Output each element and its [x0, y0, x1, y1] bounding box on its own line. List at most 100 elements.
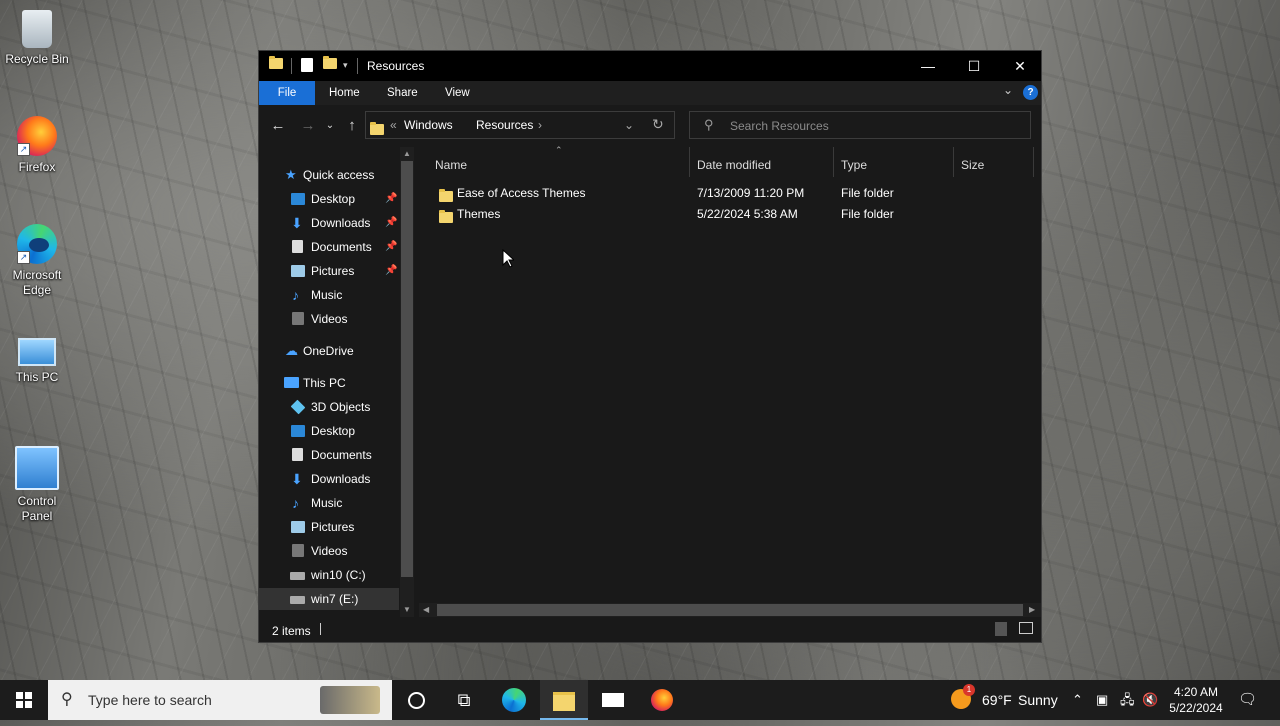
shortcut-arrow-icon: ↗ [17, 143, 30, 156]
desktop-icon-edge[interactable]: ↗ Microsoft Edge [4, 224, 70, 298]
column-name[interactable]: Name [435, 153, 467, 177]
taskbar-file-explorer[interactable] [540, 680, 588, 720]
clock[interactable]: 4:20 AM 5/22/2024 [1164, 684, 1228, 716]
pin-icon[interactable]: 📌 [385, 212, 397, 234]
help-icon[interactable]: ? [1023, 85, 1038, 100]
cortana-button[interactable] [392, 680, 440, 720]
taskbar-search-box[interactable]: ⚲ Type here to search [48, 680, 392, 720]
nav-pc-pictures[interactable]: Pictures [259, 516, 399, 538]
breadcrumb-windows[interactable]: Windows [404, 118, 453, 132]
nav-pc-documents[interactable]: Documents [259, 444, 399, 466]
recycle-bin-icon [22, 10, 52, 48]
nav-quick-videos[interactable]: Videos [259, 308, 399, 330]
desktop-icon-recycle-bin[interactable]: Recycle Bin [4, 10, 70, 67]
forward-button[interactable]: → [297, 115, 319, 137]
breadcrumb-overflow[interactable]: « [390, 118, 397, 132]
desktop-icon-label: Control Panel [17, 494, 57, 523]
search-box[interactable]: ⚲ Search Resources [689, 111, 1031, 139]
expand-ribbon-icon[interactable]: ⌄ [1003, 83, 1013, 97]
meet-now-icon[interactable]: ▣ [1096, 680, 1108, 720]
up-button[interactable]: ↑ [341, 115, 363, 137]
pin-icon[interactable]: 📌 [385, 188, 397, 210]
scroll-right-icon[interactable]: ▶ [1029, 605, 1035, 614]
customize-toolbar-icon[interactable]: ▾ [343, 60, 348, 76]
nav-pc-music[interactable]: ♪ Music [259, 492, 399, 514]
task-view-button[interactable]: ⧉ [440, 680, 488, 720]
scroll-up-icon[interactable]: ▲ [403, 149, 411, 158]
nav-pc-drive-c[interactable]: win10 (C:) [259, 564, 399, 586]
notifications-icon[interactable]: 🗨 [1238, 680, 1258, 720]
network-icon[interactable]: 🖧 [1120, 680, 1135, 720]
nav-pc-3d-objects[interactable]: 3D Objects [259, 396, 399, 418]
weather-widget[interactable]: 1 [951, 684, 975, 711]
nav-quick-pictures[interactable]: Pictures 📌 [259, 260, 399, 282]
column-date-modified[interactable]: Date modified [697, 153, 771, 177]
nav-quick-desktop[interactable]: Desktop 📌 [259, 188, 399, 210]
maximize-button[interactable]: ☐ [951, 51, 997, 81]
column-type[interactable]: Type [841, 153, 867, 177]
tab-file[interactable]: File [259, 81, 315, 105]
show-hidden-icons-icon[interactable]: ⌃ [1072, 680, 1083, 720]
volume-muted-icon[interactable]: 🔇 [1142, 680, 1158, 720]
chevron-right-icon[interactable]: › [538, 118, 542, 132]
ribbon-tabs: File Home Share View ⌄ ? [259, 81, 1041, 105]
nav-pc-desktop[interactable]: Desktop [259, 420, 399, 442]
refresh-icon[interactable]: ↻ [652, 116, 664, 133]
details-view-icon[interactable] [995, 622, 1007, 636]
title-bar[interactable]: ▾ Resources — ☐ ✕ [259, 51, 1041, 81]
status-bar: 2 items [259, 617, 1041, 642]
scroll-down-icon[interactable]: ▼ [403, 605, 411, 614]
nav-pc-drive-e[interactable]: win7 (E:) [259, 588, 399, 610]
address-bar[interactable]: « Windows Resources › ⌄ ↻ [365, 111, 675, 139]
file-row[interactable]: Ease of Access Themes 7/13/2009 11:20 PM… [433, 183, 1033, 204]
new-folder-icon[interactable] [323, 56, 337, 74]
nav-pc-downloads[interactable]: ⬇ Downloads [259, 468, 399, 490]
scroll-left-icon[interactable]: ◀ [423, 605, 429, 614]
desktop-icon-label: Firefox [18, 160, 56, 174]
window-title: Resources [367, 59, 425, 73]
search-icon: ⚲ [61, 691, 73, 708]
close-button[interactable]: ✕ [997, 51, 1043, 81]
taskbar-firefox[interactable] [638, 680, 686, 720]
weather-temp[interactable]: 69°F [982, 680, 1012, 720]
nav-quick-downloads[interactable]: ⬇ Downloads 📌 [259, 212, 399, 234]
tab-view[interactable]: View [435, 81, 480, 105]
start-button[interactable] [0, 680, 48, 720]
recent-locations-icon[interactable]: ⌄ [319, 115, 341, 137]
taskbar-mail[interactable] [589, 680, 637, 720]
column-size[interactable]: Size [961, 153, 984, 177]
nav-quick-access[interactable]: ★ Quick access [259, 164, 399, 186]
desktop-icon-this-pc[interactable]: This PC [4, 332, 70, 385]
nav-pane-scrollbar[interactable]: ▲ ▼ [400, 147, 414, 617]
file-list-scrollbar[interactable]: ◀ ▶ [419, 603, 1041, 617]
scrollbar-thumb[interactable] [437, 604, 1023, 616]
chevron-down-icon[interactable]: ⌄ [624, 118, 634, 132]
edge-icon: ↗ [17, 224, 57, 264]
desktop-icon-control-panel[interactable]: Control Panel [4, 446, 70, 524]
desktop-icon-firefox[interactable]: ↗ Firefox [4, 116, 70, 175]
tab-share[interactable]: Share [377, 81, 428, 105]
edge-icon [502, 688, 526, 712]
cloud-icon: ☁ [285, 343, 298, 358]
weather-condition[interactable]: Sunny [1018, 680, 1058, 720]
file-list: ⌃ Name Date modified Type Size Ease of A… [419, 145, 1041, 617]
task-view-icon: ⧉ [457, 690, 471, 710]
scrollbar-thumb[interactable] [401, 161, 413, 577]
pin-icon[interactable]: 📌 [385, 236, 397, 258]
pin-icon[interactable]: 📌 [385, 260, 397, 282]
nav-pc-videos[interactable]: Videos [259, 540, 399, 562]
nav-onedrive[interactable]: ☁ OneDrive [259, 340, 399, 362]
properties-icon[interactable] [301, 58, 313, 72]
nav-quick-music[interactable]: ♪ Music [259, 284, 399, 306]
taskbar-edge[interactable] [490, 680, 538, 720]
back-button[interactable]: ← [267, 115, 289, 137]
large-icons-view-icon[interactable] [1019, 622, 1033, 634]
nav-quick-documents[interactable]: Documents 📌 [259, 236, 399, 258]
minimize-button[interactable]: — [905, 51, 951, 81]
tab-home[interactable]: Home [319, 81, 370, 105]
nav-this-pc[interactable]: This PC [259, 372, 399, 394]
file-row[interactable]: Themes 5/22/2024 5:38 AM File folder [433, 204, 1033, 225]
folder-icon [439, 209, 453, 230]
breadcrumb-resources[interactable]: Resources [476, 118, 533, 132]
file-name: Ease of Access Themes [457, 186, 586, 200]
